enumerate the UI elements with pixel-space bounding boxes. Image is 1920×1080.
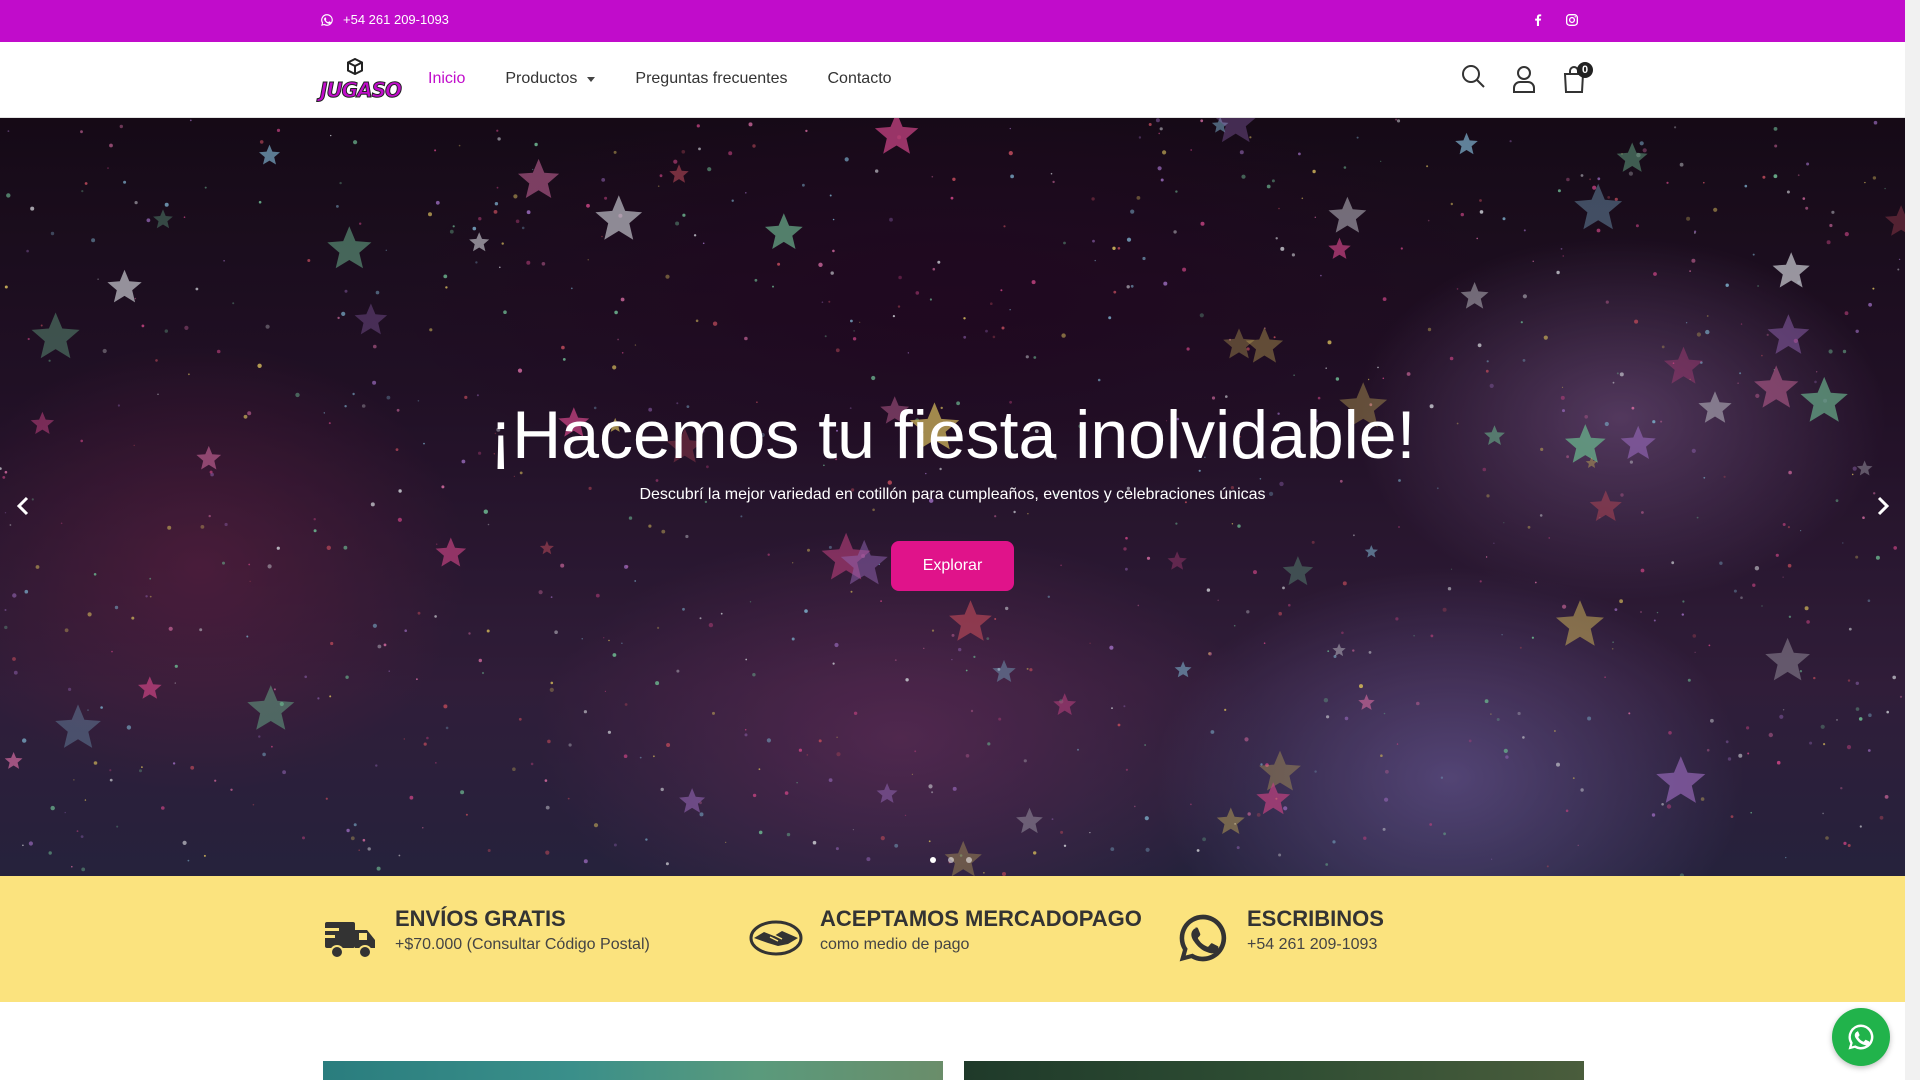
features-bar: ENVÍOS GRATIS +$70.000 (Consultar Código… [0, 876, 1905, 1002]
slider-next-button[interactable] [1868, 486, 1898, 526]
nav-item-label: Preguntas frecuentes [635, 70, 788, 87]
main-nav: Inicio Productos Preguntas frecuentes Co… [428, 70, 932, 88]
truck-icon [323, 922, 375, 959]
feature-text: +$70.000 (Consultar Código Postal) [395, 936, 650, 953]
slider-dot[interactable] [966, 857, 972, 863]
caret-down-icon [587, 76, 596, 82]
feature-title: ACEPTAMOS MERCADOPAGO [820, 906, 1142, 931]
feature-title: ENVÍOS GRATIS [395, 906, 566, 931]
hero-subtitle: Descubrí la mejor variedad en cotillón p… [639, 486, 1266, 503]
feature-whatsapp[interactable]: ESCRIBINOS +54 261 209-1093 [1175, 906, 1384, 966]
feature-text: +54 261 209-1093 [1247, 936, 1378, 953]
cart-button[interactable]: 0 [1560, 62, 1593, 94]
category-card[interactable] [964, 1061, 1584, 1080]
user-icon [1513, 66, 1535, 93]
nav-item-label: Productos [505, 70, 578, 87]
page-scrollbar[interactable] [1905, 0, 1920, 1080]
search-icon [1462, 65, 1485, 88]
feature-shipping: ENVÍOS GRATIS +$70.000 (Consultar Código… [323, 906, 650, 966]
account-button[interactable] [1510, 62, 1538, 94]
nav-item-label: Contacto [827, 70, 892, 87]
slider-dots [930, 857, 972, 863]
logo-box-icon [347, 58, 363, 75]
cart-count-badge: 0 [1577, 62, 1593, 78]
hero-title: ¡Hacemos tu fiesta inolvidable! [489, 397, 1416, 473]
instagram-icon[interactable] [1564, 12, 1580, 28]
nav-item-inicio[interactable]: Inicio [428, 70, 465, 88]
chevron-right-icon [1877, 496, 1890, 516]
topbar-phone-text: +54 261 209-1093 [343, 12, 449, 27]
logo-wordmark: JUGASO [320, 78, 403, 103]
site-logo[interactable]: JUGASO [320, 58, 402, 104]
whatsapp-icon [1179, 914, 1227, 962]
explore-button[interactable]: Explorar [891, 541, 1014, 591]
nav-item-productos[interactable]: Productos [505, 70, 596, 88]
nav-item-preguntas-frecuentes[interactable]: Preguntas frecuentes [635, 70, 787, 88]
whatsapp-icon [1848, 1024, 1874, 1050]
slider-dot[interactable] [948, 857, 954, 863]
whatsapp-icon [321, 13, 333, 26]
site-header: JUGASO Inicio Productos Preguntas frecue… [0, 42, 1905, 118]
search-button[interactable] [1460, 62, 1488, 94]
top-bar: +54 261 209-1093 [0, 0, 1905, 42]
nav-item-contacto[interactable]: Contacto [828, 70, 892, 88]
slider-prev-button[interactable] [8, 486, 38, 526]
chevron-left-icon [16, 496, 29, 516]
handshake-icon [749, 920, 803, 956]
slider-dot[interactable] [930, 857, 936, 863]
topbar-phone-link[interactable]: +54 261 209-1093 [320, 12, 449, 27]
feature-text: como medio de pago [820, 936, 970, 953]
category-card[interactable] [323, 1061, 943, 1080]
feature-mercadopago: ACEPTAMOS MERCADOPAGO como medio de pago [748, 906, 1142, 966]
facebook-icon[interactable] [1530, 12, 1546, 28]
whatsapp-float-button[interactable] [1832, 1008, 1890, 1066]
feature-title: ESCRIBINOS [1247, 906, 1384, 931]
nav-item-label: Inicio [428, 70, 466, 87]
hero-slider: ¡Hacemos tu fiesta inolvidable! Descubrí… [0, 118, 1905, 876]
